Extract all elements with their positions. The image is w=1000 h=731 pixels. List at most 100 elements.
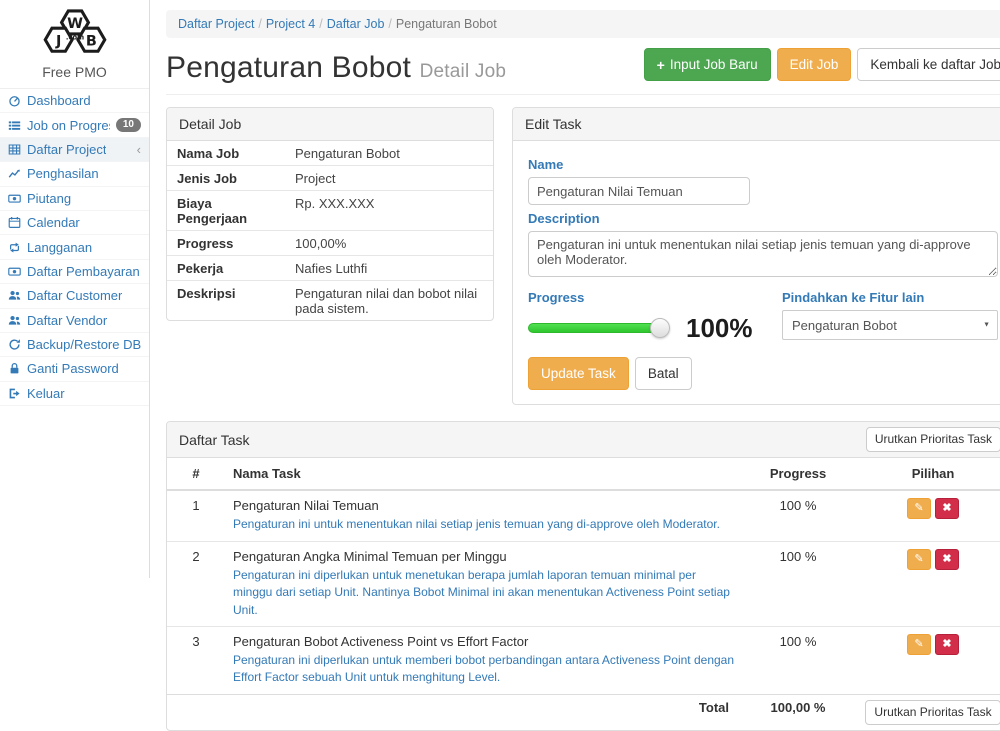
sidebar-item-label: Ganti Password <box>27 361 119 376</box>
line-chart-icon <box>8 167 21 180</box>
retweet-icon <box>8 241 21 254</box>
col-header-progress: Progress <box>743 458 853 490</box>
breadcrumb-separator: / <box>254 17 265 31</box>
sidebar-item-langganan[interactable]: Langganan <box>0 235 149 259</box>
task-description-textarea[interactable]: Pengaturan ini untuk menentukan nilai se… <box>528 231 998 277</box>
breadcrumb-link-project-4[interactable]: Project 4 <box>266 17 315 31</box>
sidebar-item-daftar-vendor[interactable]: Daftar Vendor <box>0 309 149 333</box>
sign-out-icon <box>8 387 21 400</box>
sidebar-item-daftar-pembayaran[interactable]: Daftar Pembayaran <box>0 260 149 284</box>
edit-task-panel: Edit Task Name Description Pengaturan in… <box>512 107 1000 405</box>
breadcrumb-separator: / <box>384 17 395 31</box>
task-description: Pengaturan ini diperlukan untuk memberi … <box>233 652 735 687</box>
move-to-feature-label: Pindahkan ke Fitur lain <box>782 290 998 305</box>
breadcrumb: Daftar Project/Project 4/Daftar Job/Peng… <box>166 10 1000 38</box>
progress-group: Progress 100% <box>528 284 778 341</box>
task-table: # Nama Task Progress Pilihan 1 Pengatura… <box>167 458 1000 729</box>
task-progress: 100 % <box>743 626 853 694</box>
sidebar-item-daftar-project[interactable]: Daftar Project ‹ <box>0 138 149 162</box>
money-icon <box>8 192 21 205</box>
sidebar-item-label: Penghasilan <box>27 166 99 181</box>
brand: W J B .com Free PMO <box>0 0 149 89</box>
breadcrumb-current: Pengaturan Bobot <box>396 17 497 31</box>
lock-icon <box>8 362 21 375</box>
page-title: Pengaturan Bobot Detail Job <box>166 51 506 85</box>
sidebar-item-label: Calendar <box>27 215 80 230</box>
task-num: 2 <box>167 541 225 626</box>
task-name-cell: Pengaturan Nilai Temuan Pengaturan ini u… <box>225 490 743 541</box>
progress-label: Progress <box>528 290 778 305</box>
page-header: Pengaturan Bobot Detail Job +Input Job B… <box>166 48 1000 95</box>
dashboard-icon <box>8 94 21 107</box>
users-icon <box>8 314 21 327</box>
sidebar-item-calendar[interactable]: Calendar <box>0 211 149 235</box>
task-description: Pengaturan ini diperlukan untuk menetuka… <box>233 567 735 619</box>
task-actions: ✎ ✖ <box>853 490 1000 541</box>
edit-task-button[interactable]: ✎ <box>907 634 931 655</box>
task-description: Pengaturan ini untuk menentukan nilai se… <box>233 516 735 533</box>
brand-name: Free PMO <box>0 64 149 80</box>
kembali-ke-daftar-job-button[interactable]: Kembali ke daftar Job <box>857 48 1000 81</box>
jwb-logo-icon: W J B .com <box>27 8 123 58</box>
users-icon <box>8 289 21 302</box>
breadcrumb-link-daftar-job[interactable]: Daftar Job <box>327 17 385 31</box>
progress-slider[interactable] <box>528 323 660 333</box>
task-progress: 100 % <box>743 541 853 626</box>
edit-task-button[interactable]: ✎ <box>907 549 931 570</box>
sidebar-item-keluar[interactable]: Keluar <box>0 382 149 406</box>
urutkan-prioritas-task-button-top[interactable]: Urutkan Prioritas Task <box>866 427 1000 452</box>
svg-text:W: W <box>67 16 83 32</box>
edit-task-form: Name Description Pengaturan ini untuk me… <box>513 141 1000 404</box>
sidebar-item-penghasilan[interactable]: Penghasilan <box>0 162 149 186</box>
task-name-input[interactable] <box>528 177 750 205</box>
edit-job-button[interactable]: Edit Job <box>777 48 852 81</box>
sidebar-item-label: Daftar Project <box>27 142 106 157</box>
table-icon <box>8 143 21 156</box>
selected-option: Pengaturan Bobot <box>792 318 897 333</box>
daftar-task-panel-title: Daftar Task <box>179 432 250 448</box>
total-row: Total 100,00 % Urutkan Prioritas Task <box>167 694 1000 730</box>
sidebar-item-label: Dashboard <box>27 93 91 108</box>
caret-down-icon: ▼ <box>983 322 990 329</box>
table-row: PekerjaNafies Luthfi <box>167 256 493 281</box>
progress-value: 100% <box>686 315 753 341</box>
job-count-badge: 10 <box>116 118 141 132</box>
sidebar-item-job-on-progress[interactable]: Job on Progress 10 <box>0 113 149 137</box>
sidebar-item-backup-restore-db[interactable]: Backup/Restore DB <box>0 333 149 357</box>
sidebar-item-label: Backup/Restore DB <box>27 337 141 352</box>
sidebar-item-daftar-customer[interactable]: Daftar Customer <box>0 284 149 308</box>
sidebar-item-dashboard[interactable]: Dashboard <box>0 89 149 113</box>
money-icon <box>8 265 21 278</box>
total-value: 100,00 % <box>743 694 853 730</box>
input-job-baru-button[interactable]: +Input Job Baru <box>644 48 771 81</box>
task-progress: 100 % <box>743 490 853 541</box>
task-num: 3 <box>167 626 225 694</box>
page-subtitle: Detail Job <box>420 61 507 82</box>
col-header-pilihan: Pilihan <box>853 458 1000 490</box>
app-window: W J B .com Free PMO Dashboard Job on Pro… <box>0 0 1000 578</box>
urutkan-prioritas-task-button-bottom[interactable]: Urutkan Prioritas Task <box>865 700 1000 725</box>
batal-button[interactable]: Batal <box>635 357 692 390</box>
delete-task-button[interactable]: ✖ <box>935 634 959 655</box>
progress-slider-line: 100% <box>528 315 778 341</box>
move-to-feature-select[interactable]: Pengaturan Bobot ▼ <box>782 310 998 340</box>
sidebar-item-ganti-password[interactable]: Ganti Password <box>0 357 149 381</box>
sidebar: W J B .com Free PMO Dashboard Job on Pro… <box>0 0 150 578</box>
breadcrumb-link-daftar-project[interactable]: Daftar Project <box>178 17 254 31</box>
task-name: Pengaturan Bobot Activeness Point vs Eff… <box>233 634 735 649</box>
sidebar-item-label: Job on Progress <box>27 118 110 133</box>
edit-task-button[interactable]: ✎ <box>907 498 931 519</box>
table-row: Progress100,00% <box>167 231 493 256</box>
main-content: Daftar Project/Project 4/Daftar Job/Peng… <box>150 0 1000 578</box>
name-label: Name <box>528 157 998 172</box>
slider-handle[interactable] <box>650 318 670 338</box>
delete-task-button[interactable]: ✖ <box>935 498 959 519</box>
sidebar-item-label: Daftar Pembayaran <box>27 264 140 279</box>
task-table-header-row: # Nama Task Progress Pilihan <box>167 458 1000 490</box>
task-num: 1 <box>167 490 225 541</box>
total-label: Total <box>167 694 743 730</box>
update-task-button[interactable]: Update Task <box>528 357 629 390</box>
progress-move-row: Progress 100% Pindahkan ke Fitur lain <box>528 284 998 341</box>
delete-task-button[interactable]: ✖ <box>935 549 959 570</box>
sidebar-item-piutang[interactable]: Piutang <box>0 187 149 211</box>
